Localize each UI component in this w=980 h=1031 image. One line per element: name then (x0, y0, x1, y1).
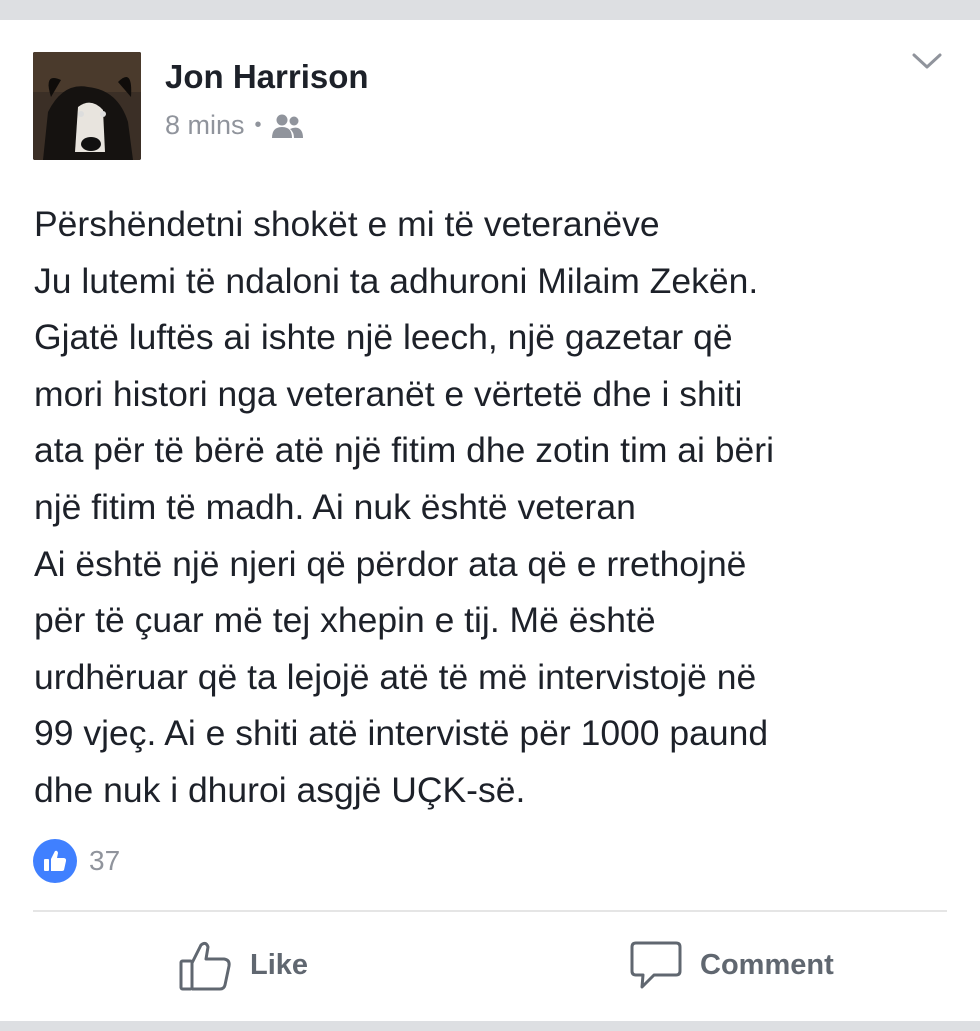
friends-icon[interactable] (270, 112, 304, 140)
meta-separator-dot: • (254, 114, 262, 136)
thumbs-up-icon (44, 850, 67, 871)
feed-separator-bottom (0, 1021, 980, 1031)
post-body: Përshëndetni shokët e mi të veteranëve J… (34, 196, 964, 819)
post-line: mori histori nga veteranët e vërtetë dhe… (34, 373, 743, 414)
reactions-summary[interactable]: 37 (33, 839, 120, 883)
post-line: Ai është një njeri që përdor ata që e rr… (34, 543, 747, 584)
reaction-count: 37 (89, 845, 121, 876)
post-line: një fitim të madh. Ai nuk është veteran (34, 486, 636, 527)
comment-button[interactable]: Comment (628, 935, 834, 995)
post-timestamp[interactable]: 8 mins (165, 110, 245, 141)
avatar[interactable] (33, 52, 141, 160)
post-line: urdhëruar që ta lejojë atë të më intervi… (34, 656, 757, 697)
divider (33, 910, 947, 912)
post-line: dhe nuk i dhuroi asgjë UÇK-së. (34, 769, 526, 810)
post-line: për të çuar më tej xhepin e tij. Më ësht… (34, 600, 656, 641)
dog-photo-icon (33, 52, 141, 160)
like-label: Like (250, 948, 309, 981)
chevron-down-icon[interactable] (910, 50, 944, 72)
post-line: Ju lutemi të ndaloni ta adhuroni Milaim … (34, 260, 759, 301)
author-name[interactable]: Jon Harrison (165, 58, 369, 96)
post-line: Gjatë luftës ai ishte një leech, një gaz… (34, 317, 733, 358)
comment-icon (630, 941, 682, 989)
comment-label: Comment (700, 948, 834, 981)
post-line: Përshëndetni shokët e mi të veteranëve (34, 204, 660, 244)
post-line: ata për të bërë atë një fitim dhe zotin … (34, 430, 774, 471)
feed-separator-top (0, 0, 980, 20)
like-icon (179, 941, 231, 991)
post-line: 99 vjeç. Ai e shiti atë intervistë për 1… (34, 713, 769, 754)
post-meta: 8 mins • (165, 110, 304, 141)
like-button[interactable]: Like (178, 935, 308, 995)
like-reaction-badge (33, 839, 77, 883)
post-card: Jon Harrison 8 mins • Përshëndetni shokë… (0, 20, 980, 1021)
